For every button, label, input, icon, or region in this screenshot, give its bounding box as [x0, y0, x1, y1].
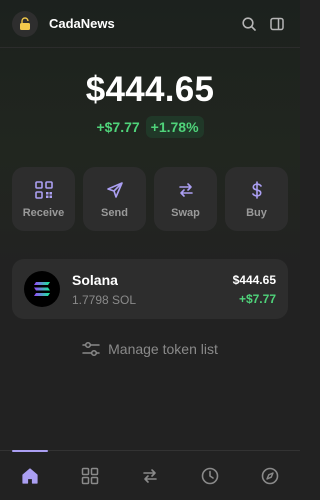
- grid-icon: [81, 467, 99, 484]
- swap-icon: [175, 179, 197, 201]
- token-name: Solana: [72, 271, 118, 288]
- token-change: +$7.77: [238, 291, 276, 306]
- token-value: $444.65: [232, 272, 276, 287]
- nav-swap[interactable]: [130, 456, 170, 496]
- sidebar-panel-icon: [270, 17, 284, 30]
- receive-label: Receive: [22, 207, 65, 219]
- manage-token-list-label: Manage token list: [108, 341, 218, 357]
- nav-activity[interactable]: [190, 456, 230, 496]
- token-info: Solana 1.7798 SOL: [72, 272, 233, 307]
- send-arrow-icon: [104, 179, 126, 201]
- change-amount: +$7.77: [96, 119, 140, 135]
- bottom-nav: [0, 449, 300, 500]
- manage-token-list-button[interactable]: Manage token list: [0, 338, 300, 360]
- search-button[interactable]: [238, 13, 260, 35]
- change-percent-badge: +1.78%: [145, 116, 204, 138]
- solana-logo-icon: [24, 271, 60, 307]
- buy-button[interactable]: Buy: [225, 167, 288, 231]
- swap-label: Swap: [171, 207, 200, 219]
- token-values: $444.65 +$7.77: [233, 273, 276, 306]
- wallet-screen: CadaNews $444.65 +$7.77 +1.78% Receive S…: [0, 0, 300, 500]
- dollar-icon: [246, 179, 268, 201]
- swap-button[interactable]: Swap: [154, 167, 217, 231]
- sliders-icon: [82, 341, 100, 357]
- send-button[interactable]: Send: [83, 167, 146, 231]
- qr-code-icon: [33, 179, 55, 201]
- nav-explore[interactable]: [250, 456, 290, 496]
- header: CadaNews: [0, 0, 300, 48]
- compass-icon: [261, 467, 279, 484]
- nav-collectibles[interactable]: [70, 456, 110, 496]
- nav-home[interactable]: [10, 449, 50, 496]
- home-icon: [22, 467, 38, 484]
- lock-icon: [20, 16, 30, 30]
- token-row-solana[interactable]: Solana 1.7798 SOL $444.65 +$7.77: [12, 259, 288, 319]
- token-amount: 1.7798 SOL: [72, 292, 137, 307]
- total-balance: $444.65: [85, 70, 215, 109]
- swap-icon: [143, 468, 157, 483]
- search-icon: [242, 16, 256, 31]
- balance-change: +$7.77 +1.78%: [0, 116, 300, 138]
- account-name[interactable]: CadaNews: [49, 16, 232, 31]
- action-buttons: Receive Send Swap Buy: [12, 167, 288, 231]
- sidebar-toggle-button[interactable]: [266, 13, 288, 35]
- account-avatar[interactable]: [12, 10, 38, 37]
- buy-label: Buy: [246, 207, 267, 219]
- receive-button[interactable]: Receive: [12, 167, 75, 231]
- clock-icon: [201, 467, 219, 484]
- send-label: Send: [101, 207, 128, 219]
